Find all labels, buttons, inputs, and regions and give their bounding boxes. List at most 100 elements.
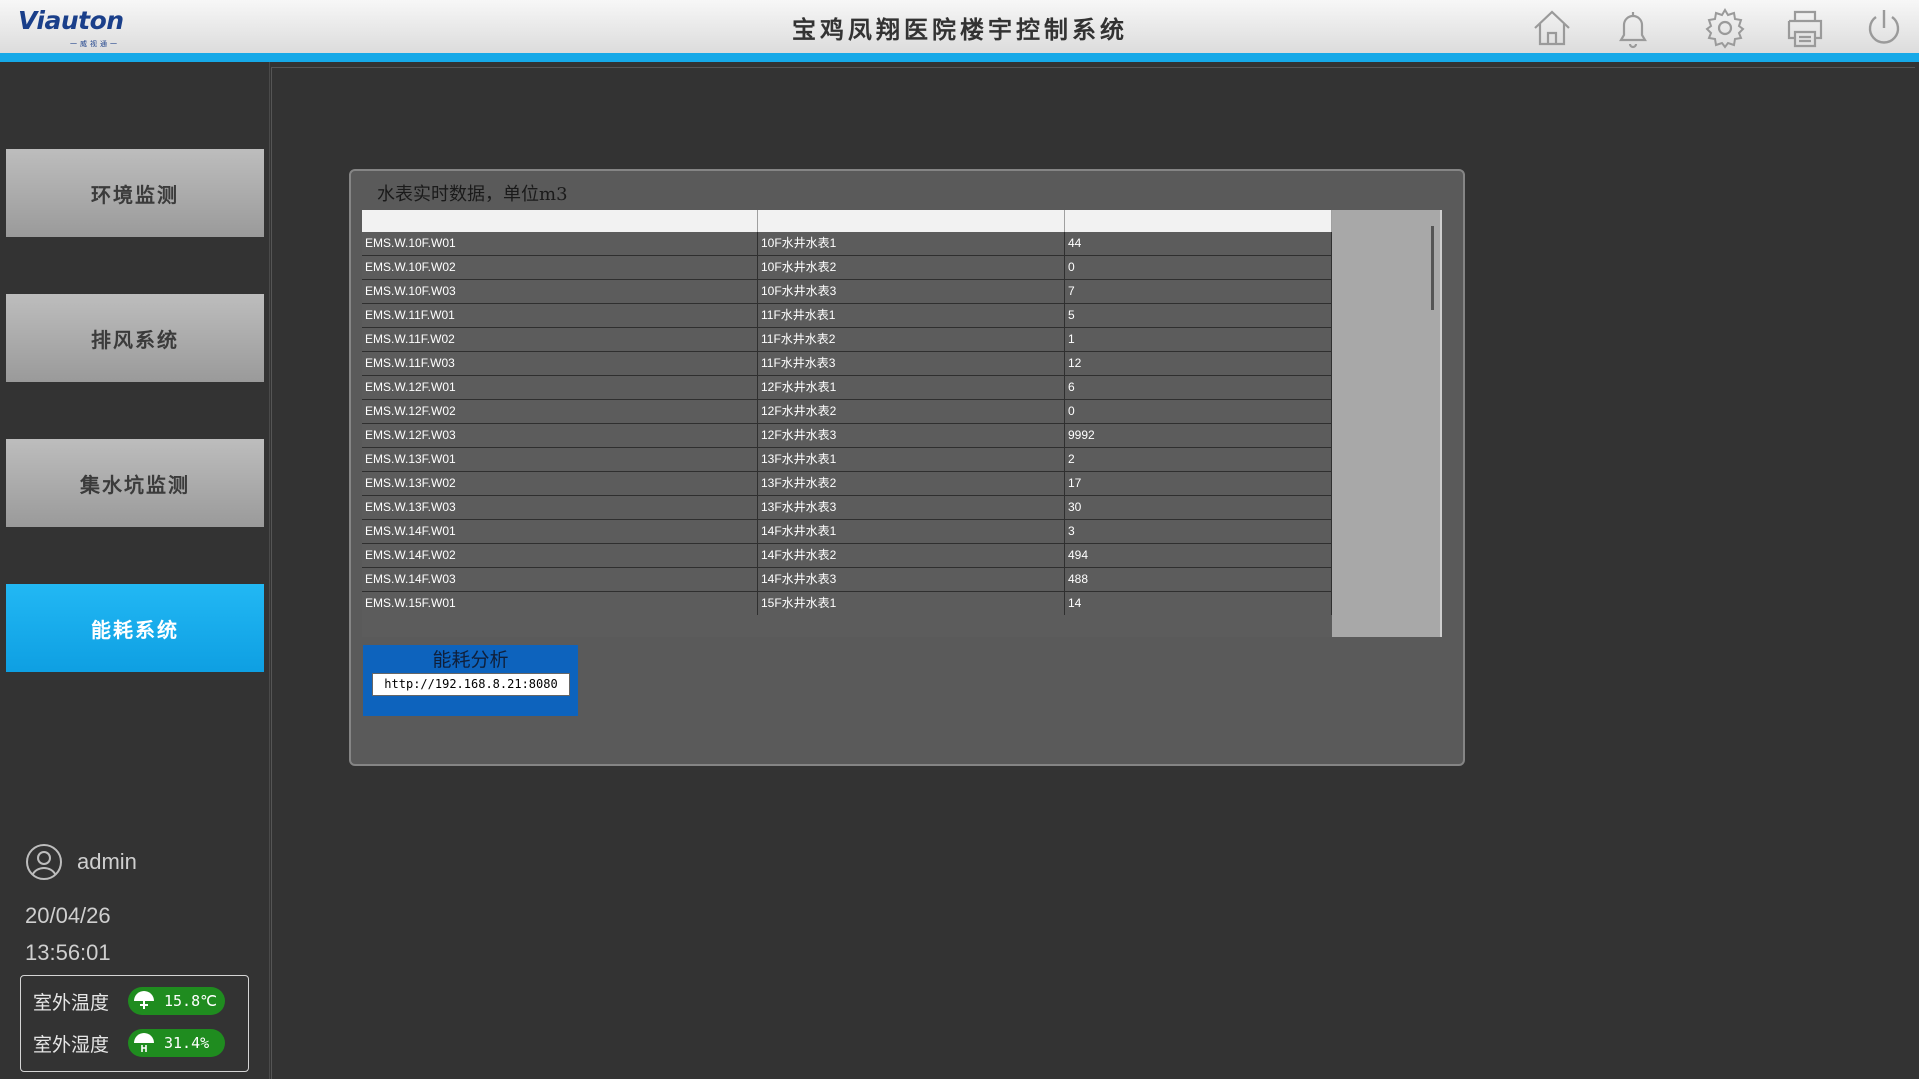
sidebar-item-energy[interactable]: 能耗系统 [6, 584, 264, 672]
cell-value: 44 [1065, 232, 1332, 255]
energy-analysis-box: 能耗分析 http://192.168.8.21:8080 [363, 645, 578, 716]
data-table[interactable]: EMS.W.10F.W01 10F水井水表1 44 EMS.W.10F.W02 10F水… [362, 210, 1332, 615]
cell-tag: EMS.W.10F.W03 [362, 280, 758, 303]
table-header [362, 210, 1332, 232]
cell-value: 30 [1065, 496, 1332, 519]
panel-title: 水表实时数据，单位m3 [377, 184, 568, 205]
table-row[interactable]: EMS.W.13F.W02 13F水井水表2 17 [362, 472, 1332, 496]
cell-tag: EMS.W.10F.W02 [362, 256, 758, 279]
water-meter-panel: 水表实时数据，单位m3 EMS.W.10F.W01 10F水井水表1 44 EMS.W… [349, 169, 1465, 766]
table-row[interactable]: EMS.W.14F.W02 14F水井水表2 494 [362, 544, 1332, 568]
cell-name: 12F水井水表1 [758, 376, 1065, 399]
gear-icon[interactable] [1703, 6, 1747, 50]
table-row[interactable]: EMS.W.11F.W01 11F水井水表1 5 [362, 304, 1332, 328]
weather-panel: 室外温度 15.8℃ 室外湿度 31.4% [20, 975, 249, 1072]
humidity-badge: 31.4% [128, 1029, 225, 1057]
cell-name: 13F水井水表1 [758, 448, 1065, 471]
cell-name: 14F水井水表3 [758, 568, 1065, 591]
humidity-label: 室外湿度 [33, 1033, 110, 1056]
cell-value: 2 [1065, 448, 1332, 471]
cell-name: 11F水井水表1 [758, 304, 1065, 327]
cell-tag: EMS.W.12F.W01 [362, 376, 758, 399]
energy-analysis-link[interactable]: http://192.168.8.21:8080 [372, 673, 570, 696]
table-row[interactable]: EMS.W.14F.W01 14F水井水表1 3 [362, 520, 1332, 544]
cell-tag: EMS.W.14F.W02 [362, 544, 758, 567]
table-row[interactable]: EMS.W.10F.W03 10F水井水表3 7 [362, 280, 1332, 304]
cell-tag: EMS.W.15F.W01 [362, 592, 758, 615]
table-row[interactable]: EMS.W.12F.W03 12F水井水表3 9992 [362, 424, 1332, 448]
time-display: 13:56:01 [25, 940, 111, 965]
cell-value: 6 [1065, 376, 1332, 399]
column-header-name[interactable] [758, 210, 1065, 232]
cell-name: 14F水井水表1 [758, 520, 1065, 543]
table-row[interactable]: EMS.W.10F.W02 10F水井水表2 0 [362, 256, 1332, 280]
cell-tag: EMS.W.11F.W03 [362, 352, 758, 375]
temperature-label: 室外温度 [33, 991, 110, 1014]
table-row[interactable]: EMS.W.11F.W02 11F水井水表2 1 [362, 328, 1332, 352]
table-row[interactable]: EMS.W.15F.W01 15F水井水表1 14 [362, 592, 1332, 615]
table-row[interactable]: EMS.W.13F.W01 13F水井水表1 2 [362, 448, 1332, 472]
printer-icon[interactable] [1783, 6, 1827, 50]
sidebar-item-exhaust[interactable]: 排风系统 [6, 294, 264, 382]
cell-value: 17 [1065, 472, 1332, 495]
cell-name: 15F水井水表1 [758, 592, 1065, 615]
cell-name: 10F水井水表2 [758, 256, 1065, 279]
header: Viauton 一威视通一 宝鸡凤翔医院楼宇控制系统 [0, 0, 1919, 53]
cell-value: 14 [1065, 592, 1332, 615]
username: admin [77, 849, 137, 874]
umbrella-icon [134, 1033, 154, 1052]
humidity-row: 室外湿度 31.4% [33, 1029, 225, 1057]
sidebar-item-sump[interactable]: 集水坑监测 [6, 439, 264, 527]
table-row[interactable]: EMS.W.12F.W02 12F水井水表2 0 [362, 400, 1332, 424]
cell-tag: EMS.W.13F.W03 [362, 496, 758, 519]
cell-value: 3 [1065, 520, 1332, 543]
cell-tag: EMS.W.13F.W02 [362, 472, 758, 495]
cell-tag: EMS.W.14F.W03 [362, 568, 758, 591]
scrollbar-thumb[interactable] [1431, 226, 1434, 310]
cell-tag: EMS.W.14F.W01 [362, 520, 758, 543]
cell-tag: EMS.W.10F.W01 [362, 232, 758, 255]
table-row[interactable]: EMS.W.14F.W03 14F水井水表3 488 [362, 568, 1332, 592]
app-window: Viauton 一威视通一 宝鸡凤翔医院楼宇控制系统 环境监测 排风系统 集水坑… [0, 0, 1919, 1079]
table-footer [362, 615, 1332, 637]
cell-tag: EMS.W.13F.W01 [362, 448, 758, 471]
logo-subtext: 一威视通一 [70, 40, 120, 48]
power-icon[interactable] [1862, 6, 1906, 50]
column-header-value[interactable] [1065, 210, 1332, 232]
table-row[interactable]: EMS.W.11F.W03 11F水井水表3 12 [362, 352, 1332, 376]
date-display: 20/04/26 [25, 903, 111, 928]
humidity-value: 31.4% [164, 1034, 210, 1052]
table-row[interactable]: EMS.W.13F.W03 13F水井水表3 30 [362, 496, 1332, 520]
user-info: admin [25, 843, 137, 881]
logo-text: Viauton [18, 6, 124, 35]
table-scroll-area [1332, 210, 1442, 637]
cell-value: 1 [1065, 328, 1332, 351]
cell-name: 13F水井水表3 [758, 496, 1065, 519]
home-icon[interactable] [1530, 6, 1574, 50]
app-title: 宝鸡凤翔医院楼宇控制系统 [792, 15, 1128, 44]
cell-name: 10F水井水表3 [758, 280, 1065, 303]
cell-name: 11F水井水表2 [758, 328, 1065, 351]
user-icon [26, 844, 62, 880]
cell-tag: EMS.W.11F.W01 [362, 304, 758, 327]
cell-value: 488 [1065, 568, 1332, 591]
cell-value: 12 [1065, 352, 1332, 375]
umbrella-icon [134, 991, 154, 1009]
cell-value: 7 [1065, 280, 1332, 303]
cell-name: 10F水井水表1 [758, 232, 1065, 255]
sidebar-item-environment[interactable]: 环境监测 [6, 149, 264, 237]
header-accent-bar [0, 53, 1919, 62]
cell-name: 12F水井水表3 [758, 424, 1065, 447]
cell-value: 5 [1065, 304, 1332, 327]
bell-icon[interactable] [1611, 6, 1655, 50]
logo: Viauton 一威视通一 [18, 6, 138, 48]
table-row[interactable]: EMS.W.12F.W01 12F水井水表1 6 [362, 376, 1332, 400]
energy-analysis-title: 能耗分析 [432, 649, 509, 671]
cell-name: 12F水井水表2 [758, 400, 1065, 423]
temperature-row: 室外温度 15.8℃ [33, 987, 225, 1015]
cell-value: 0 [1065, 400, 1332, 423]
cell-value: 494 [1065, 544, 1332, 567]
cell-tag: EMS.W.12F.W02 [362, 400, 758, 423]
column-header-tag[interactable] [362, 210, 758, 232]
table-row[interactable]: EMS.W.10F.W01 10F水井水表1 44 [362, 232, 1332, 256]
